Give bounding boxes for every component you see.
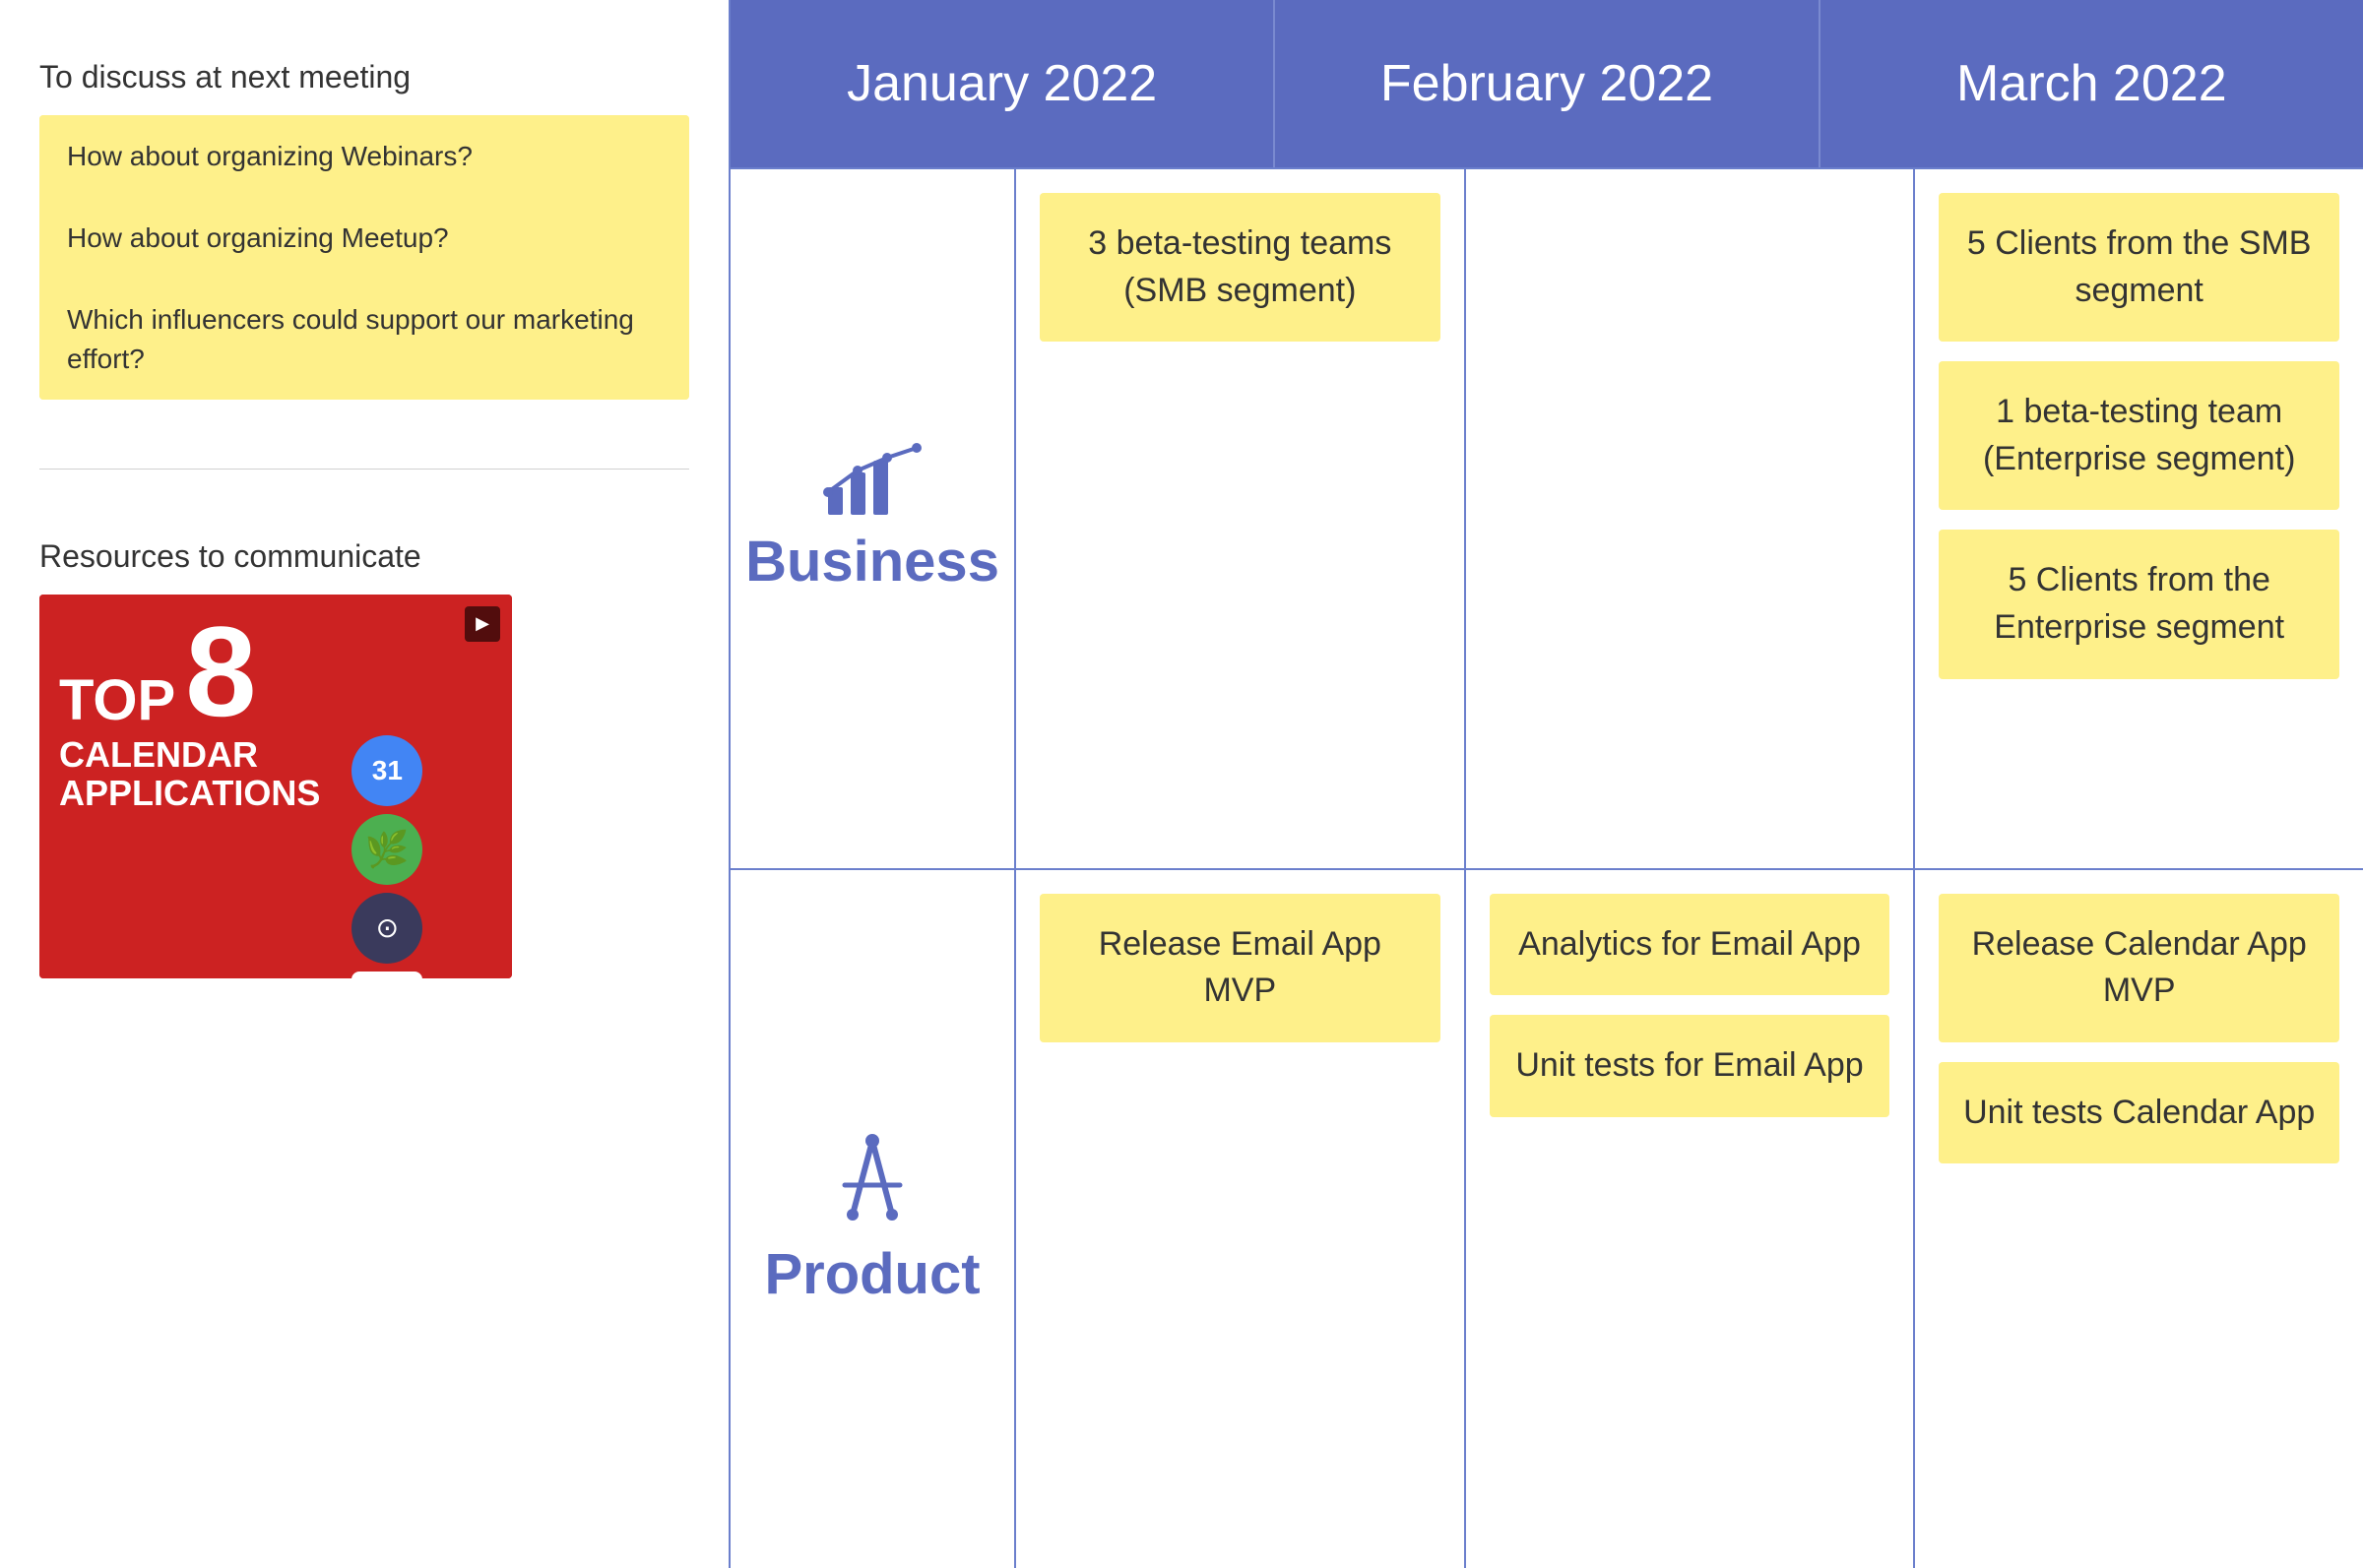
business-mar-card-1: 5 Clients from the SMB segment [1939, 193, 2339, 342]
icon-cal-17: MAY 17 [351, 972, 422, 978]
product-compass-icon [823, 1131, 922, 1229]
product-jan-cell: Release Email App MVP [1016, 870, 1466, 1568]
video-play-top-button[interactable]: ▶ [465, 606, 500, 642]
top-label: TOP [59, 672, 175, 729]
product-mar-card-1: Release Calendar App MVP [1939, 894, 2339, 1042]
top-number: 8 [185, 614, 256, 729]
icon-dark-cal: ⊙ [351, 893, 422, 964]
header-mar: March 2022 [1820, 0, 2363, 167]
row-label-product: Product [731, 870, 1016, 1568]
video-top: ▶ TOP 8 CALENDARAPPLICATIONS [39, 595, 512, 978]
left-panel: To discuss at next meeting How about org… [0, 0, 729, 1568]
product-label-text: Product [764, 1241, 980, 1307]
icon-leaf: 🌿 [351, 814, 422, 885]
business-icon-container: Business [745, 443, 999, 595]
business-jan-cell: 3 beta-testing teams (SMB segment) [1016, 169, 1466, 868]
video-thumbnail[interactable]: ▶ TOP 8 CALENDARAPPLICATIONS [39, 595, 512, 978]
product-feb-card-2: Unit tests for Email App [1490, 1015, 1890, 1117]
product-icon-container: Product [764, 1131, 980, 1307]
divider [39, 469, 689, 470]
sticky-note-group: How about organizing Webinars? How about… [39, 115, 689, 400]
product-jan-card-1: Release Email App MVP [1040, 894, 1440, 1042]
business-mar-cell: 5 Clients from the SMB segment 1 beta-te… [1915, 169, 2363, 868]
row-label-business: Business [731, 169, 1016, 868]
business-mar-card-3: 5 Clients from the Enterprise segment [1939, 530, 2339, 678]
product-mar-card-2: Unit tests Calendar App [1939, 1062, 2339, 1164]
header-row: January 2022 February 2022 March 2022 [731, 0, 2363, 167]
sticky-note-1: How about organizing Webinars? [39, 115, 689, 197]
product-feb-cell: Analytics for Email App Unit tests for E… [1466, 870, 1916, 1568]
grid-row-product: Product Release Email App MVP Analytics … [731, 868, 2363, 1568]
resources-section: Resources to communicate ▶ TOP 8 CALENDA… [39, 538, 689, 978]
icon-google-cal: 31 [351, 735, 422, 806]
business-chart-icon [823, 443, 922, 517]
header-feb: February 2022 [1275, 0, 1820, 167]
main-grid: January 2022 February 2022 March 2022 [729, 0, 2363, 1568]
resources-title: Resources to communicate [39, 538, 689, 575]
discuss-title: To discuss at next meeting [39, 59, 689, 95]
business-jan-card-1: 3 beta-testing teams (SMB segment) [1040, 193, 1440, 342]
page-container: To discuss at next meeting How about org… [0, 0, 2363, 1568]
business-label-text: Business [745, 529, 999, 595]
business-feb-cell [1466, 169, 1916, 868]
business-mar-card-2: 1 beta-testing team (Enterprise segment) [1939, 361, 2339, 510]
header-jan: January 2022 [731, 0, 1275, 167]
sticky-note-2: How about organizing Meetup? [39, 197, 689, 279]
discuss-section: To discuss at next meeting How about org… [39, 59, 689, 400]
grid-row-business: Business 3 beta-testing teams (SMB segme… [731, 167, 2363, 868]
calendar-label: CALENDARAPPLICATIONS [59, 735, 320, 813]
product-mar-cell: Release Calendar App MVP Unit tests Cale… [1915, 870, 2363, 1568]
product-feb-card-1: Analytics for Email App [1490, 894, 1890, 996]
sticky-note-3: Which influencers could support our mark… [39, 279, 689, 399]
